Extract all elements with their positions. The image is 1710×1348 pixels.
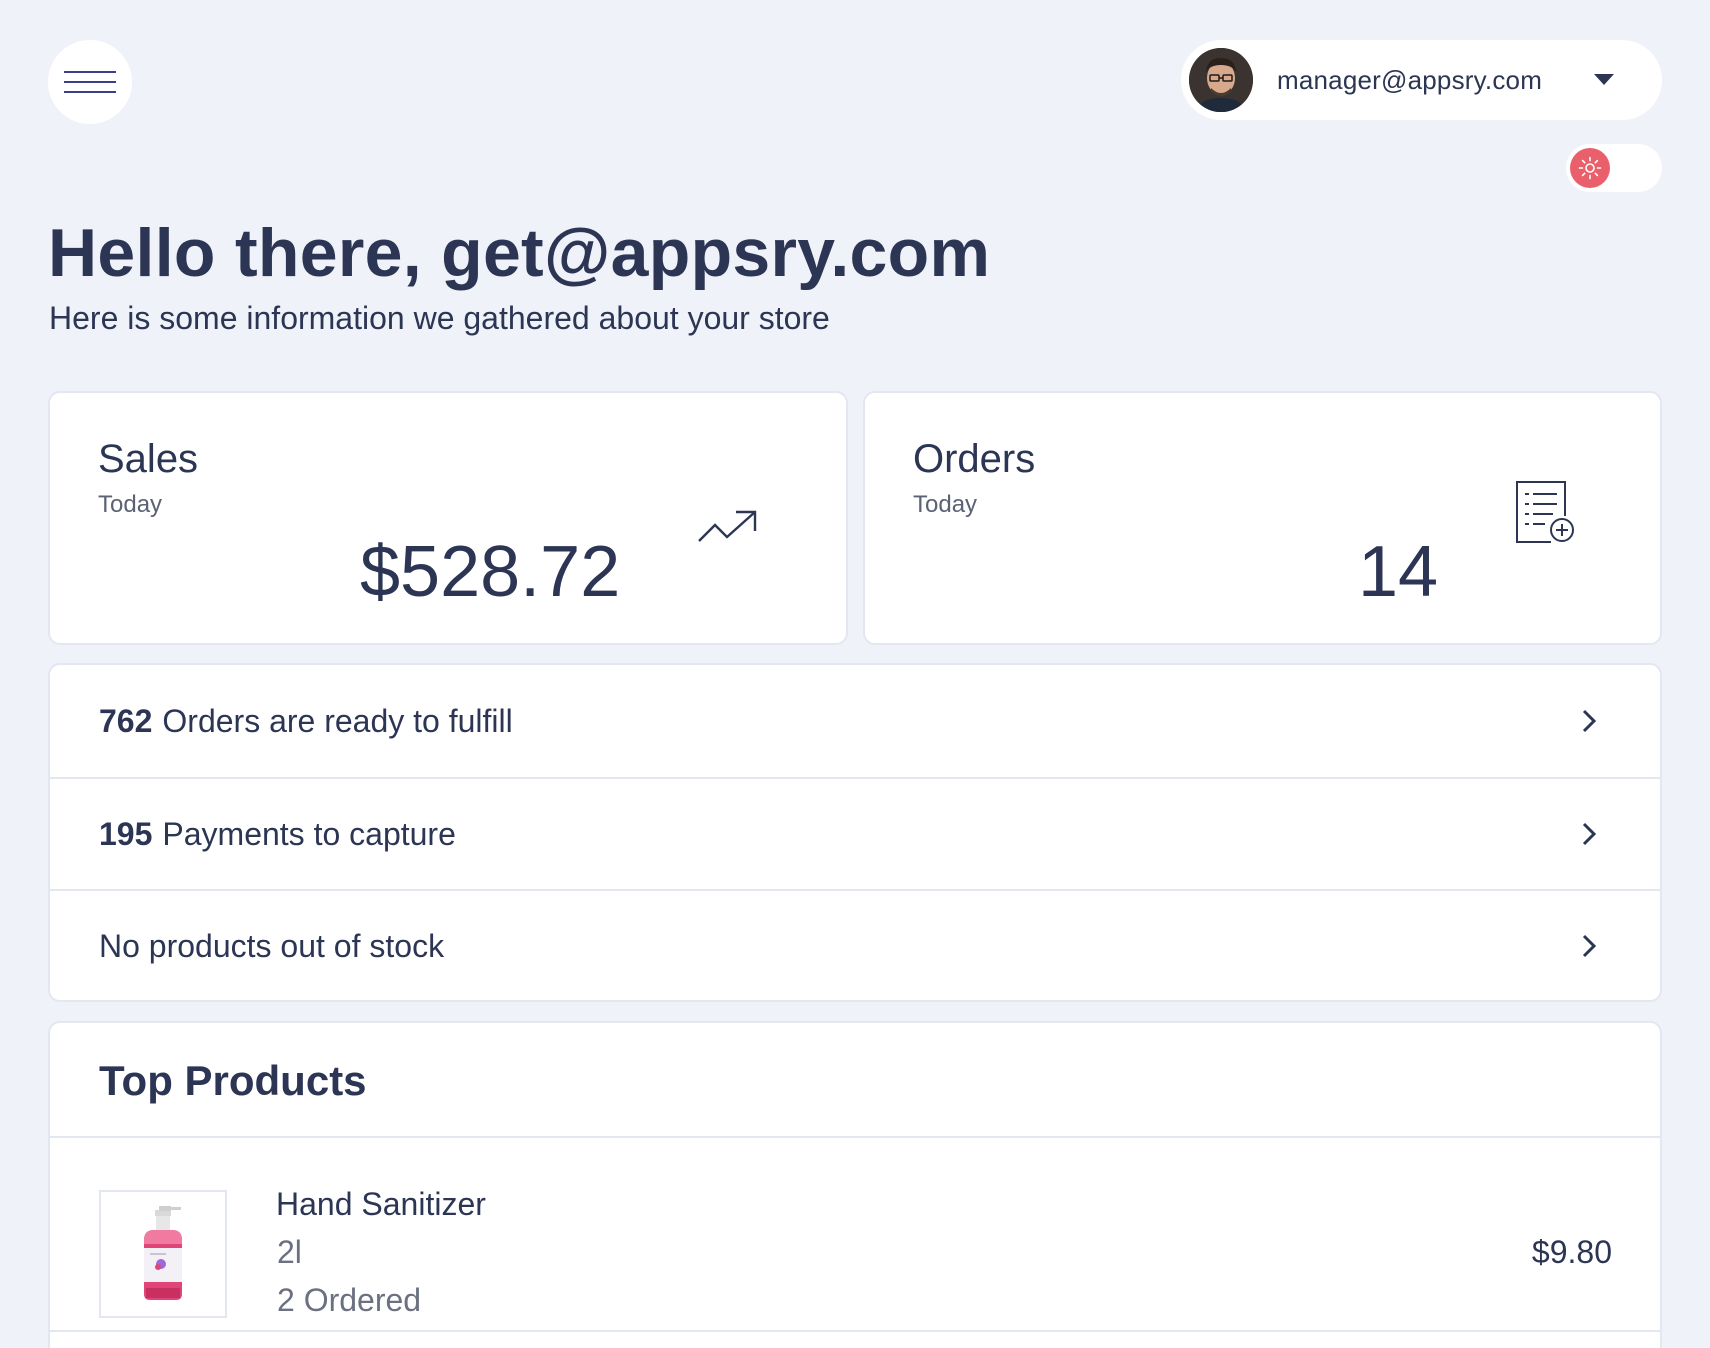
page-title: Hello there, get@appsry.com xyxy=(48,215,991,291)
summary-label: Payments to capture xyxy=(162,815,456,852)
summary-row-out-of-stock[interactable]: No products out of stock xyxy=(50,889,1660,1000)
product-thumbnail xyxy=(99,1190,227,1318)
avatar xyxy=(1189,48,1253,112)
product-row[interactable]: Hand Sanitizer 2l 2 Ordered $9.80 xyxy=(50,1138,1660,1332)
sun-icon xyxy=(1578,156,1602,180)
orders-period: Today xyxy=(913,491,978,518)
orders-card: Orders Today 14 xyxy=(863,391,1662,645)
summary-count: 762 xyxy=(99,702,153,739)
product-variant: 2l xyxy=(277,1234,302,1270)
sales-period: Today xyxy=(98,491,163,518)
sales-card: Sales Today $528.72 xyxy=(48,391,848,645)
toggle-knob xyxy=(1570,148,1610,188)
summary-row-orders-to-fulfill[interactable]: 762 Orders are ready to fulfill xyxy=(50,665,1660,777)
order-list-add-icon xyxy=(1516,481,1574,543)
summary-row-payments-to-capture[interactable]: 195 Payments to capture xyxy=(50,777,1660,889)
chevron-right-icon xyxy=(1582,822,1596,846)
menu-button[interactable] xyxy=(48,40,132,124)
hand-sanitizer-bottle-image xyxy=(144,1206,182,1300)
summary-label: Orders are ready to fulfill xyxy=(162,702,513,739)
chevron-right-icon xyxy=(1582,709,1596,733)
divider xyxy=(50,1330,1660,1332)
summary-label: No products out of stock xyxy=(99,927,445,964)
hamburger-menu-icon xyxy=(64,71,116,93)
summary-count: 195 xyxy=(99,815,153,852)
dashboard-page: manager@appsry.com Hello there, get@apps… xyxy=(0,0,1710,1348)
page-subtitle: Here is some information we gathered abo… xyxy=(49,300,830,336)
orders-title: Orders xyxy=(913,437,1036,481)
top-products-card: Top Products Hand Sanitizer 2l 2 Ordered… xyxy=(48,1021,1662,1348)
product-ordered-count: 2 Ordered xyxy=(277,1282,422,1318)
sales-value: $528.72 xyxy=(360,532,621,612)
sales-title: Sales xyxy=(98,437,199,481)
theme-toggle[interactable] xyxy=(1566,144,1662,192)
orders-value: 14 xyxy=(1358,532,1439,612)
store-summary-card: 762 Orders are ready to fulfill 195 Paym… xyxy=(48,663,1662,1002)
product-price: $9.80 xyxy=(1531,1234,1612,1270)
user-email: manager@appsry.com xyxy=(1277,64,1543,95)
caret-down-icon[interactable] xyxy=(1594,74,1614,86)
product-name: Hand Sanitizer xyxy=(276,1186,486,1222)
top-products-title: Top Products xyxy=(99,1057,367,1104)
chevron-right-icon xyxy=(1582,934,1596,958)
user-menu[interactable]: manager@appsry.com xyxy=(1181,40,1662,120)
trending-up-icon xyxy=(698,510,757,542)
